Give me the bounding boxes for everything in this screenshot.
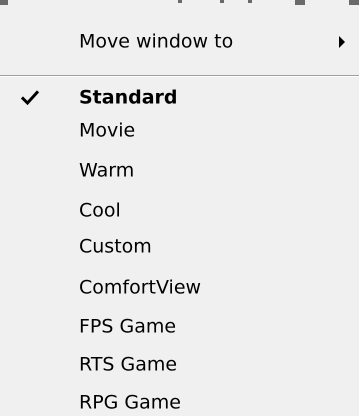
window-edge-fragment xyxy=(220,0,224,3)
window-edge-fragment xyxy=(295,0,305,5)
context-menu: Move window to Standard Movie Warm Cool … xyxy=(0,0,359,416)
menu-item-label: Movie xyxy=(79,119,136,142)
menu-item-warm[interactable]: Warm xyxy=(0,151,359,191)
menu-item-label: Standard xyxy=(79,86,178,109)
checkmark-icon xyxy=(21,90,39,106)
chevron-right-icon xyxy=(339,36,345,48)
menu-item-custom[interactable]: Custom xyxy=(0,227,359,267)
menu-item-label: RPG Game xyxy=(79,391,181,414)
menu-item-cool[interactable]: Cool xyxy=(0,191,359,231)
menu-item-movie[interactable]: Movie xyxy=(0,111,359,151)
menu-item-comfortview[interactable]: ComfortView xyxy=(0,268,359,308)
menu-item-label: ComfortView xyxy=(79,276,202,299)
menu-item-label: Custom xyxy=(79,235,152,258)
menu-item-label: Cool xyxy=(79,199,121,222)
menu-top-edge xyxy=(0,0,359,8)
menu-item-label: RTS Game xyxy=(79,353,178,376)
menu-item-move-window-to[interactable]: Move window to xyxy=(0,22,359,62)
menu-item-fps-game[interactable]: FPS Game xyxy=(0,307,359,347)
menu-separator xyxy=(0,75,359,77)
menu-item-label: Move window to xyxy=(79,30,234,53)
window-edge-fragment xyxy=(178,0,182,3)
window-edge-fragment xyxy=(0,0,8,5)
menu-item-label: FPS Game xyxy=(79,315,177,338)
window-edge-fragment xyxy=(349,0,359,5)
menu-item-rts-game[interactable]: RTS Game xyxy=(0,345,359,385)
menu-item-label: Warm xyxy=(79,159,135,182)
window-edge-fragment xyxy=(248,0,252,3)
menu-item-rpg-game[interactable]: RPG Game xyxy=(0,383,359,416)
